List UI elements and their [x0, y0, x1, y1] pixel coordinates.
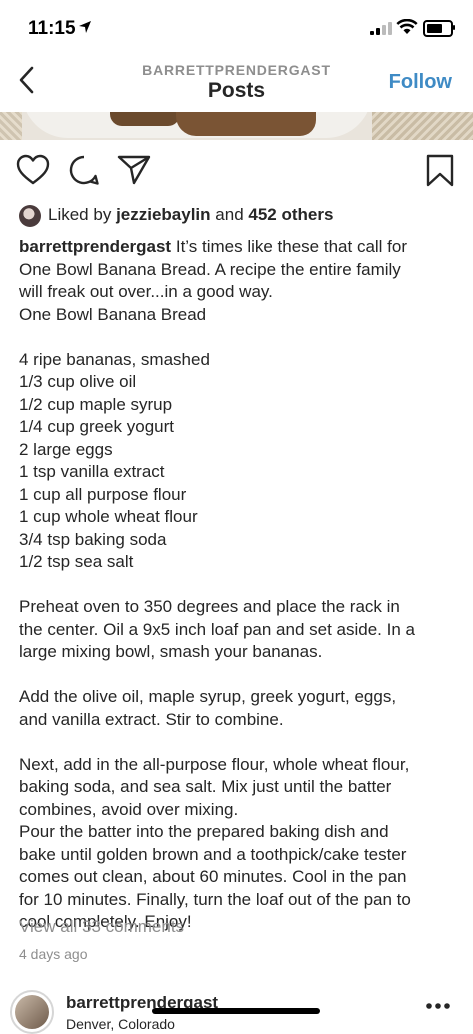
- bookmark-icon[interactable]: [425, 154, 455, 188]
- status-bar: 11:15: [0, 0, 473, 54]
- instruction-line: Pour the batter into the prepared baking…: [19, 822, 389, 841]
- likes-and: and: [215, 205, 244, 224]
- share-icon[interactable]: [117, 154, 151, 186]
- view-comments-link[interactable]: View all 33 comments: [19, 917, 184, 937]
- location-arrow-icon: [79, 21, 91, 33]
- ingredient-line: 4 ripe bananas, smashed: [19, 349, 210, 369]
- instruction-line: large mixing bowl, smash your bananas.: [19, 642, 323, 661]
- status-time: 11:15: [28, 18, 76, 39]
- action-bar: [0, 152, 473, 192]
- liker-username[interactable]: jezziebaylin: [116, 205, 210, 224]
- caption-blank-line: [19, 326, 464, 349]
- instruction-line: combines, avoid over mixing.: [19, 799, 239, 819]
- home-indicator[interactable]: [152, 1008, 320, 1014]
- instruction-line: baking soda, and sea salt. Mix just unti…: [19, 777, 392, 796]
- instruction-line: the center. Oil a 9x5 inch loaf pan and …: [19, 619, 415, 639]
- post-photo[interactable]: [0, 112, 473, 140]
- ingredient-line: 1/2 tsp sea salt: [19, 552, 134, 571]
- comment-icon[interactable]: [68, 154, 100, 186]
- ingredient-line: 3/4 tsp baking soda: [19, 529, 167, 549]
- ingredient-line: 1 cup all purpose flour: [19, 484, 187, 504]
- caption-blank-line: [19, 731, 464, 754]
- more-icon[interactable]: [425, 1002, 451, 1010]
- ingredient-line: 1/4 cup greek yogurt: [19, 417, 174, 436]
- instruction-line: for 10 minutes. Finally, turn the loaf o…: [19, 889, 411, 909]
- signal-icon: [370, 22, 392, 35]
- caption-line: barrettprendergast It’s times like these…: [19, 237, 408, 256]
- heart-icon[interactable]: [16, 154, 50, 186]
- post-caption: barrettprendergast It’s times like these…: [19, 236, 464, 934]
- nav-header: BARRETTPRENDERGAST Posts Follow: [0, 54, 473, 112]
- ingredient-line: 1 cup whole wheat flour: [19, 507, 198, 526]
- ingredient-line: 2 large eggs: [19, 439, 113, 459]
- instruction-line: and vanilla extract. Stir to combine.: [19, 709, 284, 729]
- instruction-line: Add the olive oil, maple syrup, greek yo…: [19, 687, 397, 706]
- instruction-line: Next, add in the all-purpose flour, whol…: [19, 754, 410, 774]
- battery-icon: [423, 20, 453, 37]
- next-post-location[interactable]: Denver, Colorado: [66, 1016, 175, 1032]
- ingredient-line: 1/3 cup olive oil: [19, 372, 137, 391]
- instruction-line: bake until golden brown and a toothpick/…: [19, 844, 407, 864]
- likes-line[interactable]: Liked by jezziebaylin and 452 others: [19, 203, 333, 227]
- likes-prefix: Liked by: [48, 205, 112, 224]
- caption-username[interactable]: barrettprendergast: [19, 237, 171, 256]
- caption-blank-line: [19, 664, 464, 687]
- caption-line: will freak out over...in a good way.: [19, 282, 273, 301]
- caption-blank-line: [19, 574, 464, 597]
- avatar[interactable]: [10, 990, 54, 1034]
- instruction-line: comes out clean, about 60 minutes. Cool …: [19, 867, 407, 886]
- follow-button[interactable]: Follow: [389, 71, 452, 94]
- likes-count[interactable]: 452 others: [248, 205, 333, 224]
- ingredient-line: 1 tsp vanilla extract: [19, 462, 165, 481]
- liker-avatar: [19, 204, 41, 227]
- post-timestamp: 4 days ago: [19, 946, 88, 962]
- caption-line: One Bowl Banana Bread: [19, 304, 207, 324]
- ingredient-line: 1/2 cup maple syrup: [19, 394, 173, 414]
- caption-line: One Bowl Banana Bread. A recipe the enti…: [19, 259, 401, 279]
- wifi-icon: [396, 19, 418, 34]
- instruction-line: Preheat oven to 350 degrees and place th…: [19, 597, 400, 616]
- next-post-header: barrettprendergast Denver, Colorado: [0, 986, 473, 1034]
